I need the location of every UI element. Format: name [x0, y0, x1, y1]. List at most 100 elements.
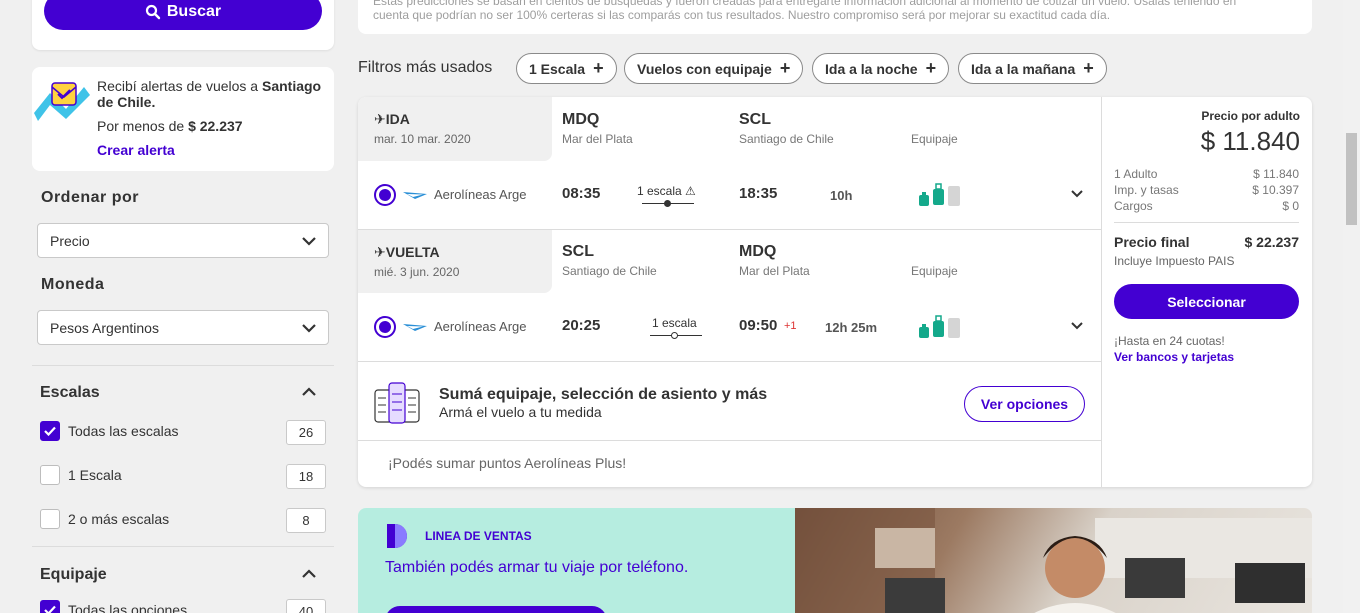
alert-price-line: Por menos de $ 22.237: [97, 118, 243, 134]
outbound-date: mar. 10 mar. 2020: [374, 132, 471, 146]
return-airline: Aerolíneas Arge: [434, 319, 527, 334]
notice-line-1: Estas predicciones se basan en cientos d…: [373, 0, 1237, 8]
return-stops[interactable]: 1 escala: [652, 316, 697, 330]
chip-label: 1 Escala: [529, 60, 586, 77]
return-from-city: Santiago de Chile: [562, 264, 657, 278]
alert-text-prefix: Recibí alertas de vuelos a: [97, 78, 262, 94]
extras-subtitle: Armá el vuelo a tu medida: [439, 404, 602, 420]
brand-logo-icon: [387, 524, 407, 548]
scrollbar-track[interactable]: [1343, 0, 1360, 613]
price-row-value: $ 0: [1282, 199, 1299, 213]
currency-label: Moneda: [41, 276, 105, 293]
currency-select[interactable]: Pesos Argentinos: [37, 310, 329, 345]
final-price-label: Precio final: [1114, 234, 1190, 250]
call-center-photo: [795, 508, 1312, 613]
select-button[interactable]: Seleccionar: [1114, 284, 1299, 319]
stops-option-all[interactable]: Todas las escalas: [40, 421, 179, 441]
call-center-illustration: [795, 508, 1312, 613]
sort-select[interactable]: Precio: [37, 223, 329, 258]
extras-title: Sumá equipaje, selección de asiento y má…: [439, 386, 768, 403]
return-to-city: Mar del Plata: [739, 264, 810, 278]
aerolineas-logo-icon: [403, 192, 427, 199]
price-column: Precio por adulto $ 11.840 1 Adulto $ 11.…: [1101, 97, 1312, 487]
price-row-value: $ 10.397: [1252, 183, 1299, 197]
option-label: Todas las opciones: [68, 602, 188, 613]
return-tag-label: VUELTA: [385, 244, 440, 260]
stops-option-2plus[interactable]: 2 o más escalas: [40, 509, 169, 529]
checkbox[interactable]: [40, 600, 60, 613]
checkbox[interactable]: [40, 421, 60, 441]
divider: [1114, 222, 1299, 223]
divider: [32, 365, 334, 366]
stops-option-1[interactable]: 1 Escala: [40, 465, 122, 485]
prediction-notice: Estas predicciones se basan en cientos d…: [358, 0, 1312, 34]
chip-vuelos-con-equipaje[interactable]: Vuelos con equipaje +: [624, 53, 804, 84]
outbound-stops-label: 1 escala: [637, 184, 682, 198]
per-adult-label: Precio por adulto: [1201, 109, 1300, 123]
see-options-button[interactable]: Ver opciones: [964, 386, 1085, 422]
return-baggage-label: Equipaje: [911, 264, 958, 278]
return-to-code: MDQ: [739, 243, 777, 260]
outbound-title: ✈IDA: [374, 111, 410, 128]
chip-ida-manana[interactable]: Ida a la mañana +: [958, 53, 1107, 84]
final-price-row: Precio final $ 22.237: [1114, 234, 1299, 250]
divider: [358, 361, 1101, 362]
warning-icon: ⚠: [685, 184, 696, 198]
outbound-airline: Aerolíneas Arge: [434, 187, 527, 202]
stop-dot: [671, 332, 678, 339]
points-note: ¡Podés sumar puntos Aerolíneas Plus!: [388, 455, 627, 471]
stops-filter-title: Escalas: [40, 384, 100, 401]
alert-price-prefix: Por menos de: [97, 118, 189, 134]
outbound-stops[interactable]: 1 escala ⚠: [637, 184, 696, 198]
price-row-taxes: Imp. y tasas $ 10.397: [1114, 183, 1299, 197]
flight-result-card: ✈IDA mar. 10 mar. 2020 MDQ Mar del Plata…: [358, 97, 1312, 487]
chevron-up-icon[interactable]: [302, 569, 316, 579]
expand-chevron-icon[interactable]: [1071, 322, 1083, 330]
price-row-adult: 1 Adulto $ 11.840: [1114, 167, 1299, 181]
create-alert-link[interactable]: Crear alerta: [97, 142, 175, 158]
chevron-down-icon: [302, 323, 316, 333]
price-row-label: 1 Adulto: [1114, 167, 1158, 181]
plus-icon: +: [593, 58, 604, 78]
expand-chevron-icon[interactable]: [1071, 190, 1083, 198]
checkbox[interactable]: [40, 465, 60, 485]
chip-1-escala[interactable]: 1 Escala +: [516, 53, 617, 84]
quick-filters-label: Filtros más usados: [358, 59, 493, 76]
baggage-icons: [919, 315, 960, 338]
option-count: 40: [286, 599, 326, 613]
baggage-icons: [919, 183, 960, 206]
currency-select-value: Pesos Argentinos: [50, 319, 159, 336]
chip-ida-noche[interactable]: Ida a la noche +: [812, 53, 950, 84]
search-button[interactable]: Buscar: [44, 0, 322, 30]
sort-select-value: Precio: [50, 232, 90, 249]
baggage-option-all[interactable]: Todas las opciones: [40, 600, 187, 613]
chip-label: Ida a la mañana: [971, 60, 1076, 77]
option-count: 8: [286, 508, 326, 533]
banner-button[interactable]: [385, 606, 607, 613]
outbound-radio[interactable]: [374, 184, 396, 206]
plus-icon: +: [779, 58, 791, 78]
checkbox[interactable]: [40, 509, 60, 529]
chevron-up-icon[interactable]: [302, 387, 316, 397]
outbound-tag-label: IDA: [385, 111, 410, 127]
sales-line-banner: LINEA DE VENTAS También podés armar tu v…: [358, 508, 1312, 613]
return-tag: ✈VUELTA mié. 3 jun. 2020: [358, 230, 552, 293]
return-radio[interactable]: [374, 316, 396, 338]
option-label: 1 Escala: [68, 467, 122, 483]
scrollbar-thumb[interactable]: [1346, 133, 1357, 225]
final-price-value: $ 22.237: [1244, 234, 1300, 250]
return-date: mié. 3 jun. 2020: [374, 265, 460, 279]
banner-text-panel: LINEA DE VENTAS También podés armar tu v…: [358, 508, 795, 613]
sort-label: Ordenar por: [41, 189, 139, 206]
alert-envelope-icon: [34, 82, 90, 121]
outbound-to-city: Santiago de Chile: [739, 132, 834, 146]
option-count: 26: [286, 420, 326, 445]
outbound-to-code: SCL: [739, 111, 771, 128]
return-depart-time: 20:25: [562, 317, 601, 334]
banks-link[interactable]: Ver bancos y tarjetas: [1114, 350, 1234, 364]
notice-line-2: cuenta que podrían no ser 100% certeras …: [373, 8, 1111, 22]
price-row-charges: Cargos $ 0: [1114, 199, 1299, 213]
chip-label: Vuelos con equipaje: [637, 60, 772, 77]
per-adult-price: $ 11.840: [1200, 126, 1300, 156]
price-row-label: Imp. y tasas: [1114, 183, 1179, 197]
